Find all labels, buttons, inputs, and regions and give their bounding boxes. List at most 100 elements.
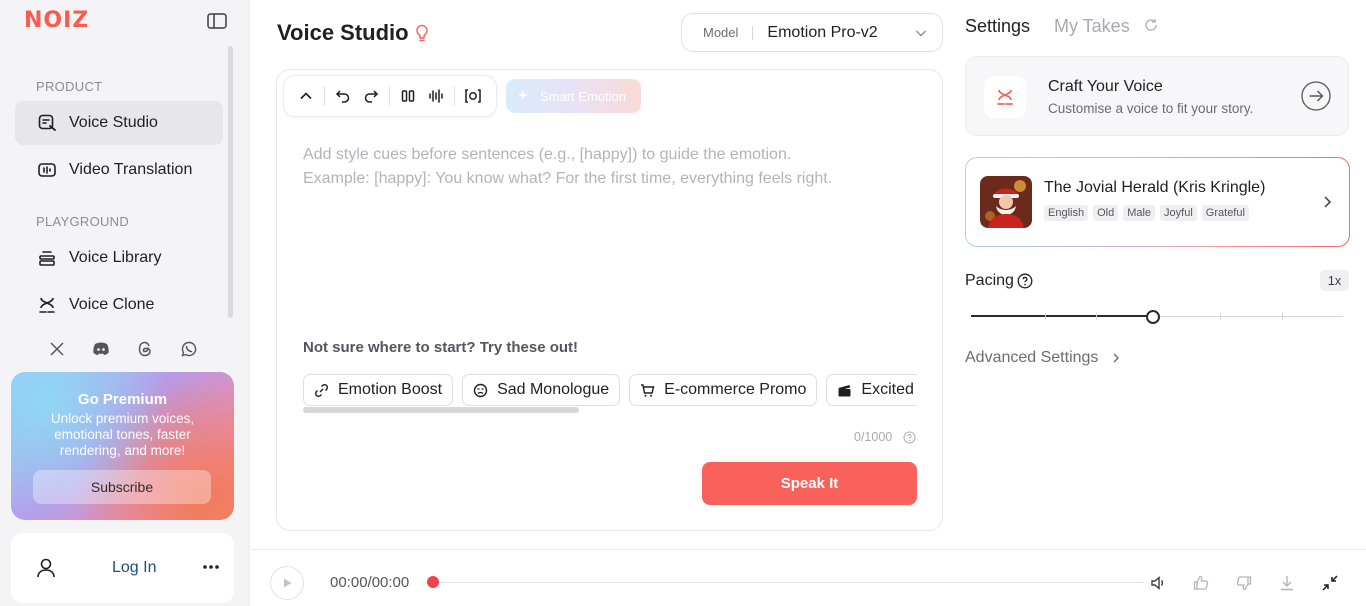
model-value: Emotion Pro-v2 — [767, 23, 878, 41]
clapper-icon — [837, 383, 852, 398]
script-editor[interactable]: Smart Emotion Add style cues before sent… — [276, 69, 943, 531]
voice-clone-icon — [984, 76, 1026, 118]
volume-icon[interactable] — [1149, 574, 1167, 592]
refresh-icon[interactable] — [1144, 18, 1158, 32]
whatsapp-icon[interactable] — [178, 338, 200, 360]
sidebar: NOIZ PRODUCT Voice Studio Video Translat… — [0, 0, 250, 606]
chip-emotion-boost[interactable]: Emotion Boost — [303, 374, 454, 406]
thumbs-down-icon[interactable] — [1235, 574, 1253, 592]
suggestion-chips: Emotion Boost Sad Monologue E-commerce P… — [303, 374, 917, 408]
pause-insert-icon[interactable] — [394, 82, 422, 110]
nav-label: Video Translation — [69, 161, 193, 178]
advanced-settings-toggle[interactable]: Advanced Settings — [965, 349, 1122, 367]
placeholder-line: Example: [happy]: You know what? For the… — [303, 170, 833, 187]
chip-sad-monologue[interactable]: Sad Monologue — [462, 374, 621, 406]
sound-effect-icon[interactable] — [459, 82, 487, 110]
sad-face-icon — [473, 383, 488, 398]
voice-tag: Male — [1123, 205, 1156, 221]
nav-label: Voice Studio — [69, 114, 158, 131]
section-label-product: PRODUCT — [36, 79, 103, 94]
voice-tag: Joyful — [1160, 205, 1197, 221]
toolbar-divider — [324, 86, 325, 106]
x-icon[interactable] — [46, 338, 68, 360]
thumbs-up-icon[interactable] — [1192, 574, 1210, 592]
nav-voice-clone[interactable]: Voice Clone — [15, 283, 223, 327]
link-icon — [314, 383, 329, 398]
play-button[interactable] — [270, 566, 304, 600]
help-icon[interactable] — [1017, 273, 1033, 289]
nav-voice-library[interactable]: Voice Library — [15, 236, 223, 280]
chevron-down-icon — [914, 26, 928, 40]
slider-fill — [971, 315, 1154, 317]
progress-handle[interactable] — [427, 576, 439, 588]
speak-it-button[interactable]: Speak It — [702, 462, 917, 505]
craft-voice-card[interactable]: Craft Your Voice Customise a voice to fi… — [965, 56, 1349, 136]
character-counter: 0/1000 — [854, 430, 893, 444]
progress-track — [433, 582, 1143, 583]
slider-handle[interactable] — [1146, 310, 1161, 324]
sidebar-scrollbar[interactable] — [228, 46, 233, 318]
chip-ecommerce-promo[interactable]: E-commerce Promo — [629, 374, 818, 406]
sidebar-toggle-icon[interactable] — [206, 12, 228, 30]
collapse-up-icon[interactable] — [292, 82, 320, 110]
premium-title: Go Premium — [77, 391, 168, 408]
smart-emotion-label: Smart Emotion — [540, 88, 626, 104]
audio-player: 00:00/00:00 — [251, 549, 1366, 606]
toolbar-divider — [454, 86, 455, 106]
waveform-icon[interactable] — [422, 82, 450, 110]
chevron-right-icon — [1110, 352, 1122, 364]
nav-label: Voice Clone — [69, 296, 155, 313]
editor-toolbar — [283, 75, 497, 117]
toolbar-divider — [389, 86, 390, 106]
help-icon[interactable] — [903, 431, 916, 444]
social-links — [46, 338, 200, 360]
model-label: Model — [703, 25, 739, 40]
sparkle-icon — [516, 89, 530, 103]
user-icon — [35, 557, 57, 579]
voice-studio-icon — [37, 113, 57, 133]
redo-icon[interactable] — [357, 82, 385, 110]
cart-icon — [640, 383, 655, 398]
nav-video-translation[interactable]: Video Translation — [15, 148, 223, 192]
voice-tag: Grateful — [1201, 205, 1249, 221]
tab-my-takes[interactable]: My Takes — [1054, 16, 1130, 37]
editor-placeholder[interactable]: Add style cues before sentences (e.g., [… — [303, 143, 903, 191]
pacing-slider[interactable] — [971, 307, 1343, 327]
slider-tick — [1045, 313, 1047, 320]
playback-time: 00:00/00:00 — [330, 574, 410, 591]
pacing-label: Pacing — [965, 272, 1014, 289]
model-select[interactable]: Model Emotion Pro-v2 — [681, 13, 943, 52]
video-translation-icon — [37, 160, 57, 180]
suggestions-title: Not sure where to start? Try these out! — [303, 339, 579, 356]
tab-settings[interactable]: Settings — [965, 16, 1030, 37]
threads-icon[interactable] — [134, 338, 156, 360]
voice-library-icon — [37, 248, 57, 268]
advanced-settings-label: Advanced Settings — [965, 349, 1099, 366]
voice-tag: Old — [1093, 205, 1119, 221]
nav-voice-studio[interactable]: Voice Studio — [15, 101, 223, 145]
smart-emotion-button[interactable]: Smart Emotion — [506, 79, 641, 113]
premium-description: Unlock premium voices, emotional tones, … — [50, 411, 195, 458]
selected-voice-card[interactable]: The Jovial Herald (Kris Kringle) English… — [965, 157, 1350, 247]
premium-card: Go Premium Unlock premium voices, emotio… — [11, 372, 234, 520]
lightbulb-icon[interactable] — [414, 24, 430, 42]
section-label-playground: PLAYGROUND — [36, 214, 130, 229]
subscribe-button[interactable]: Subscribe — [33, 470, 211, 504]
chip-label: E-commerce Promo — [664, 381, 807, 398]
logo[interactable]: NOIZ — [24, 8, 89, 33]
undo-icon[interactable] — [329, 82, 357, 110]
nav-label: Voice Library — [69, 249, 162, 266]
slider-tick — [1220, 313, 1222, 320]
arrow-right-icon[interactable] — [1301, 81, 1331, 111]
discord-icon[interactable] — [90, 338, 112, 360]
placeholder-line: Add style cues before sentences (e.g., [… — [303, 146, 792, 163]
download-icon[interactable] — [1278, 574, 1296, 592]
chips-scrollbar[interactable] — [303, 407, 579, 413]
playback-progress[interactable] — [427, 576, 1143, 588]
collapse-player-icon[interactable] — [1321, 574, 1339, 592]
login-link[interactable]: Log In — [112, 559, 156, 577]
pacing-value: 1x — [1320, 270, 1349, 291]
more-icon[interactable] — [201, 559, 221, 575]
login-card: Log In — [11, 533, 234, 603]
chip-excited[interactable]: Excited L — [826, 374, 917, 406]
